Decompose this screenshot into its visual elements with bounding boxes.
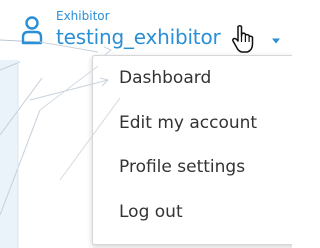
- username-link[interactable]: testing_exhibitor: [56, 24, 221, 50]
- menu-item-dashboard[interactable]: Dashboard: [119, 67, 211, 89]
- user-role-label: Exhibitor: [56, 9, 110, 23]
- user-menu-screen: Exhibitor testing_exhibitor Dashboard Ed…: [0, 0, 292, 248]
- menu-item-log-out[interactable]: Log out: [119, 201, 183, 223]
- user-icon[interactable]: [21, 15, 43, 45]
- caret-down-icon[interactable]: [270, 37, 282, 45]
- user-dropdown-menu: Dashboard Edit my account Profile settin…: [92, 55, 292, 245]
- hand-pointer-icon: [232, 25, 254, 53]
- menu-item-edit-account[interactable]: Edit my account: [119, 112, 257, 134]
- menu-item-profile-settings[interactable]: Profile settings: [119, 156, 245, 178]
